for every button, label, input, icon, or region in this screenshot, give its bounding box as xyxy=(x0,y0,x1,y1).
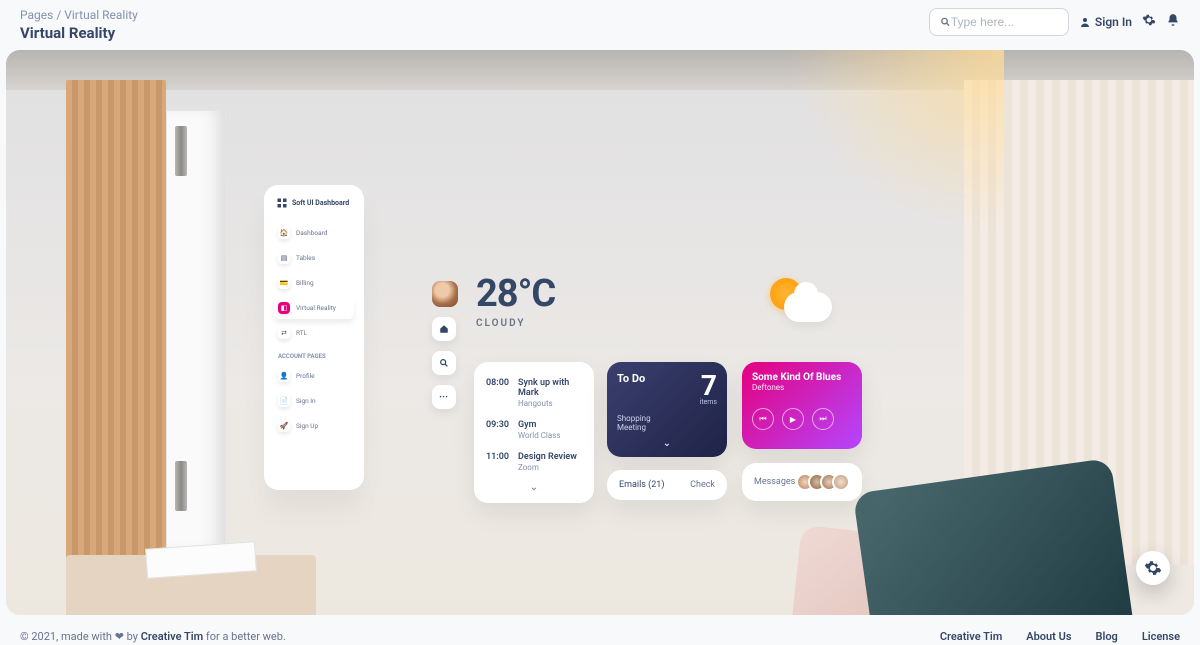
signin-link[interactable]: Sign In xyxy=(1079,15,1132,29)
search-icon xyxy=(439,358,449,368)
weather-condition: CLOUDY xyxy=(476,318,555,329)
sidebar-item-billing[interactable]: 💳Billing xyxy=(274,272,354,294)
home-icon xyxy=(439,324,449,334)
sidenav: Soft UI Dashboard 🏠Dashboard ▤Tables 💳Bi… xyxy=(264,185,364,490)
schedule-card: 08:00 Synk up with MarkHangouts 09:30 Gy… xyxy=(474,362,594,503)
avatar[interactable] xyxy=(432,281,458,307)
sidebar-item-profile[interactable]: 👤Profile xyxy=(274,365,354,387)
messages-label: Messages xyxy=(754,477,795,487)
footer-link[interactable]: License xyxy=(1142,630,1180,643)
todo-card[interactable]: To Do 7items Shopping Meeting ⌄ xyxy=(607,362,727,457)
more-pill[interactable]: ⋯ xyxy=(432,385,456,409)
rtl-icon: ⮂ xyxy=(278,327,290,339)
search-input[interactable] xyxy=(951,15,1058,29)
company-link[interactable]: Creative Tim xyxy=(141,630,203,643)
sidebar-item-dashboard[interactable]: 🏠Dashboard xyxy=(274,222,354,244)
sidebar-item-signin[interactable]: 📄Sign In xyxy=(274,390,354,412)
search-pill[interactable] xyxy=(432,351,456,375)
bell-icon[interactable] xyxy=(1166,13,1180,31)
sidebar-item-signup[interactable]: 🚀Sign Up xyxy=(274,415,354,437)
emails-check[interactable]: Check xyxy=(690,480,715,490)
home-pill[interactable] xyxy=(432,317,456,341)
chevron-down-icon: ⌄ xyxy=(530,482,538,493)
next-button[interactable]: ⏭ xyxy=(812,408,834,430)
tables-icon: ▤ xyxy=(278,252,290,264)
vr-scene: Soft UI Dashboard 🏠Dashboard ▤Tables 💳Bi… xyxy=(6,50,1194,615)
emails-label: Emails (21) xyxy=(619,480,665,490)
breadcrumb-root[interactable]: Pages xyxy=(20,8,53,22)
schedule-item[interactable]: 11:00 Design ReviewZoom xyxy=(484,446,584,478)
temperature: 28°C xyxy=(476,272,555,316)
todo-body: Shopping Meeting xyxy=(617,414,717,432)
schedule-item[interactable]: 08:00 Synk up with MarkHangouts xyxy=(484,372,584,414)
footer-link[interactable]: About Us xyxy=(1026,630,1071,643)
track-artist: Deftones xyxy=(752,383,852,392)
play-icon: ▶ xyxy=(790,415,796,424)
account-pages-label: ACCOUNT PAGES xyxy=(274,347,354,362)
search-icon xyxy=(940,16,951,28)
schedule-expand[interactable]: ⌄ xyxy=(484,478,584,493)
message-avatars xyxy=(796,473,850,491)
next-icon: ⏭ xyxy=(819,414,826,424)
gear-icon[interactable] xyxy=(1142,13,1156,31)
billing-icon: 💳 xyxy=(278,277,290,289)
player-card: Some Kind Of Blues Deftones ⏮ ▶ ⏭ xyxy=(742,362,862,449)
brand[interactable]: Soft UI Dashboard xyxy=(274,197,354,219)
gear-icon xyxy=(1144,559,1162,577)
track-title: Some Kind Of Blues xyxy=(752,372,852,383)
prev-button[interactable]: ⏮ xyxy=(752,408,774,430)
sidebar-item-vr[interactable]: ◧Virtual Reality xyxy=(274,297,354,319)
user-icon xyxy=(1079,16,1091,28)
messages-card[interactable]: Messages xyxy=(742,463,862,501)
todo-expand[interactable]: ⌄ xyxy=(617,438,717,449)
signup-icon: 🚀 xyxy=(278,420,290,432)
cloud-icon xyxy=(784,292,832,322)
signin-icon: 📄 xyxy=(278,395,290,407)
vr-icon: ◧ xyxy=(278,302,290,314)
search-box[interactable] xyxy=(929,8,1069,36)
sidebar-item-rtl[interactable]: ⮂RTL xyxy=(274,322,354,344)
breadcrumb-current: Virtual Reality xyxy=(64,8,138,22)
brand-icon xyxy=(276,197,288,209)
weather: 28°C CLOUDY xyxy=(476,272,555,329)
footer: © 2021, made with ❤ by Creative Tim for … xyxy=(0,615,1200,645)
chevron-down-icon: ⌄ xyxy=(663,438,671,449)
ellipsis-icon: ⋯ xyxy=(439,392,449,402)
profile-icon: 👤 xyxy=(278,370,290,382)
avatar[interactable] xyxy=(832,473,850,491)
emails-card[interactable]: Emails (21) Check xyxy=(607,470,727,500)
breadcrumb: Pages / Virtual Reality xyxy=(20,8,138,22)
play-button[interactable]: ▶ xyxy=(782,408,804,430)
sidebar-item-tables[interactable]: ▤Tables xyxy=(274,247,354,269)
prev-icon: ⏮ xyxy=(759,414,766,424)
settings-fab[interactable] xyxy=(1136,551,1170,585)
home-icon: 🏠 xyxy=(278,227,290,239)
heart-icon: ❤ xyxy=(115,630,124,643)
schedule-item[interactable]: 09:30 GymWorld Class xyxy=(484,414,584,446)
page-title: Virtual Reality xyxy=(20,24,138,42)
footer-link[interactable]: Blog xyxy=(1095,630,1117,643)
footer-link[interactable]: Creative Tim xyxy=(940,630,1002,643)
